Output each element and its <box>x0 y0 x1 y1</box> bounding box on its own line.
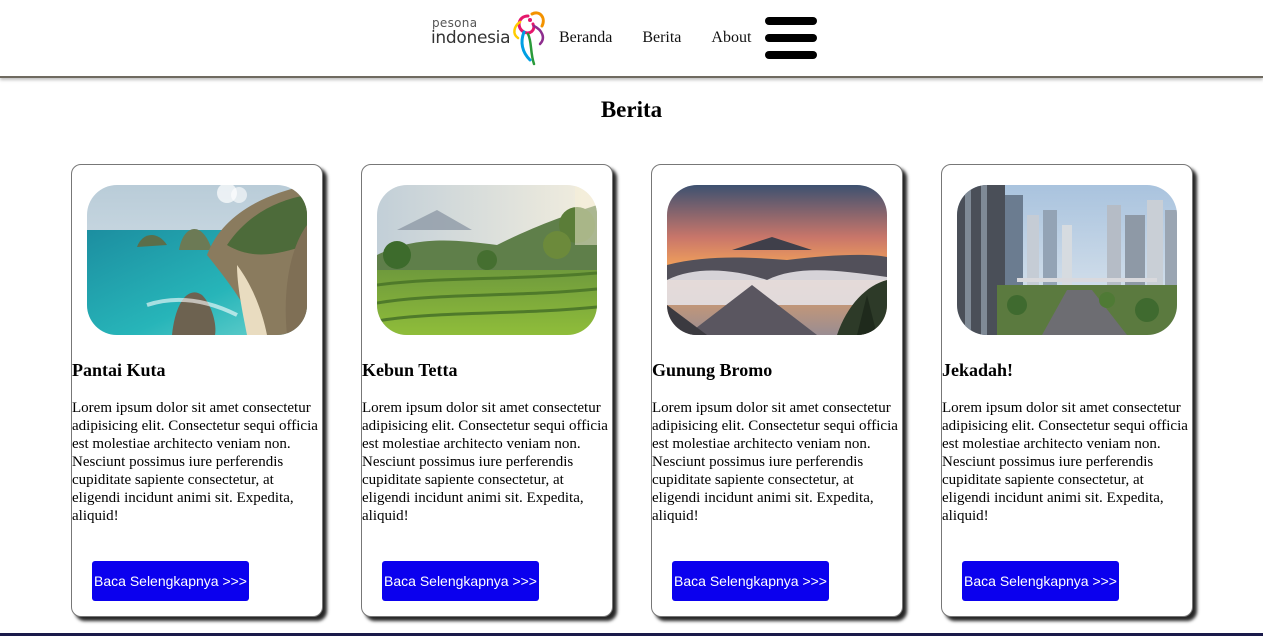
news-card-kebun-tetta: Kebun Tetta Lorem ipsum dolor sit amet c… <box>361 164 613 617</box>
card-description: Lorem ipsum dolor sit amet consectetur a… <box>72 400 318 524</box>
news-card-pantai-kuta: Pantai Kuta Lorem ipsum dolor sit amet c… <box>71 164 323 617</box>
card-image-rice-terrace <box>377 185 597 335</box>
pesona-indonesia-logo[interactable]: pesona indonesia <box>430 8 545 68</box>
garuda-bird-logo-icon <box>513 11 545 66</box>
read-more-button[interactable]: Baca Selengkapnya >>> <box>672 561 829 601</box>
card-image-volcano <box>667 185 887 335</box>
card-description: Lorem ipsum dolor sit amet consectetur a… <box>942 400 1188 524</box>
site-header: pesona indonesia Beranda Berita About <box>0 0 1263 78</box>
card-title: Jekadah! <box>942 360 1014 380</box>
logo-text-indonesia: indonesia <box>431 28 511 48</box>
card-description: Lorem ipsum dolor sit amet consectetur a… <box>362 400 608 524</box>
read-more-button[interactable]: Baca Selengkapnya >>> <box>962 561 1119 601</box>
hamburger-bar <box>765 17 818 25</box>
header-content: pesona indonesia Beranda Berita About <box>430 8 818 68</box>
card-image-city <box>957 185 1177 335</box>
hamburger-menu-icon[interactable] <box>765 17 818 59</box>
nav-link-berita[interactable]: Berita <box>642 29 681 47</box>
section-title: Berita <box>600 97 663 122</box>
main-nav: Beranda Berita About <box>559 17 818 59</box>
card-description: Lorem ipsum dolor sit amet consectetur a… <box>652 400 898 524</box>
card-title: Gunung Bromo <box>652 360 773 380</box>
card-image-beach <box>87 185 307 335</box>
news-card-jekadah: Jekadah! Lorem ipsum dolor sit amet cons… <box>941 164 1193 617</box>
read-more-button[interactable]: Baca Selengkapnya >>> <box>382 561 539 601</box>
read-more-button[interactable]: Baca Selengkapnya >>> <box>92 561 249 601</box>
nav-link-beranda[interactable]: Beranda <box>559 29 612 47</box>
hamburger-bar <box>765 34 818 42</box>
news-card-gunung-bromo: Gunung Bromo Lorem ipsum dolor sit amet … <box>651 164 903 617</box>
card-title: Pantai Kuta <box>72 360 166 380</box>
hamburger-bar <box>765 51 818 59</box>
card-title: Kebun Tetta <box>362 360 458 380</box>
nav-link-about[interactable]: About <box>711 29 751 47</box>
